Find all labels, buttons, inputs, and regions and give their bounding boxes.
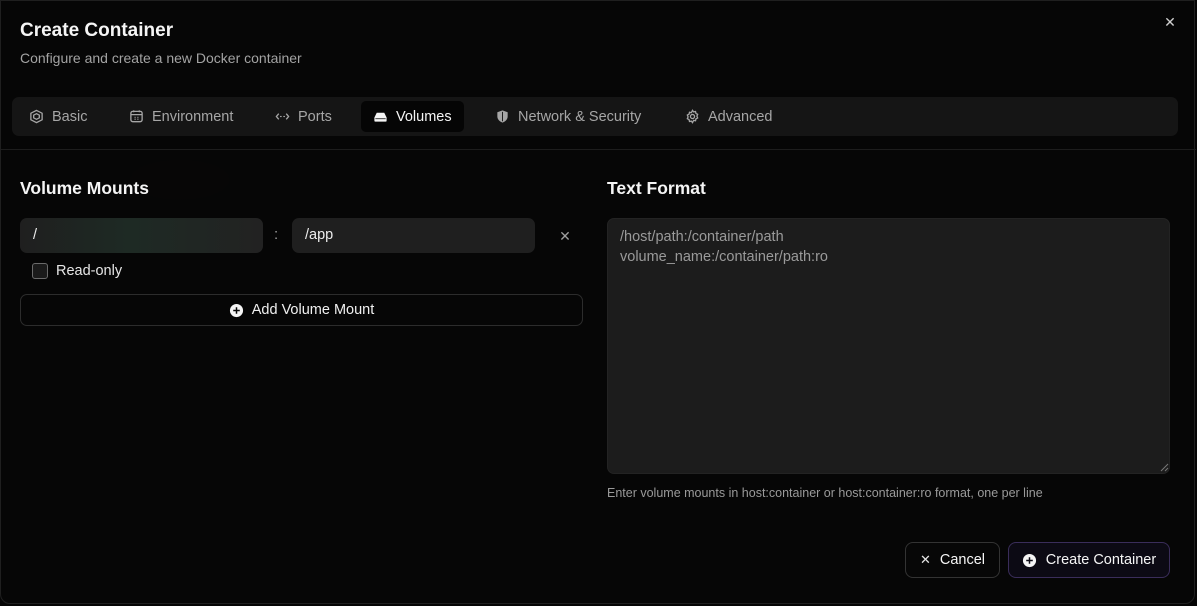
dialog-title: Create Container bbox=[20, 20, 174, 41]
cancel-label: Cancel bbox=[939, 552, 986, 568]
tab-label: Environment bbox=[152, 108, 234, 125]
tab-label: Network & Security bbox=[518, 108, 642, 125]
gear-icon bbox=[686, 109, 699, 124]
calendar-grid-icon bbox=[130, 110, 143, 123]
tab-volumes[interactable]: Volumes bbox=[361, 101, 464, 132]
tab-label: Basic bbox=[52, 108, 88, 125]
create-container-button[interactable]: Create Container bbox=[1008, 542, 1170, 578]
create-container-dialog: Create Container Configure and create a … bbox=[0, 0, 1196, 604]
container-path-input[interactable] bbox=[292, 218, 535, 253]
tab-ports[interactable]: Ports bbox=[263, 101, 344, 132]
x-icon: ✕ bbox=[919, 552, 931, 567]
header-divider bbox=[1, 149, 1196, 150]
arrows-horizontal-icon bbox=[275, 113, 290, 120]
read-only-checkbox[interactable] bbox=[32, 263, 48, 279]
create-container-label: Create Container bbox=[1045, 552, 1157, 568]
tab-environment[interactable]: Environment bbox=[117, 101, 245, 132]
shield-icon bbox=[497, 110, 508, 123]
tab-label: Ports bbox=[298, 108, 332, 125]
path-separator: : bbox=[274, 226, 279, 243]
resize-grip-icon[interactable] bbox=[1159, 462, 1169, 472]
close-icon[interactable]: ✕ bbox=[1161, 13, 1179, 31]
host-path-input[interactable] bbox=[20, 218, 263, 253]
add-volume-mount-label: Add Volume Mount bbox=[251, 302, 375, 318]
hard-drive-icon bbox=[374, 112, 387, 122]
tab-bar: Basic Environment Ports Volumes Network … bbox=[12, 97, 1178, 136]
plus-circle-icon bbox=[229, 303, 243, 317]
tab-advanced[interactable]: Advanced bbox=[673, 101, 785, 132]
tab-network-security[interactable]: Network & Security bbox=[483, 101, 653, 132]
plus-circle-icon bbox=[1022, 553, 1036, 567]
dialog-subtitle: Configure and create a new Docker contai… bbox=[20, 50, 302, 66]
text-format-hint: Enter volume mounts in host:container or… bbox=[607, 486, 1043, 500]
text-format-title: Text Format bbox=[607, 178, 706, 198]
volume-mounts-title: Volume Mounts bbox=[20, 178, 149, 198]
text-format-textarea[interactable]: /host/path:/container/path volume_name:/… bbox=[607, 218, 1170, 474]
box-icon bbox=[30, 109, 43, 124]
tab-basic[interactable]: Basic bbox=[17, 101, 99, 132]
remove-mount-icon[interactable]: ✕ bbox=[556, 227, 574, 245]
tab-label: Advanced bbox=[708, 108, 773, 125]
add-volume-mount-button[interactable]: Add Volume Mount bbox=[20, 294, 583, 326]
cancel-button[interactable]: ✕ Cancel bbox=[905, 542, 1000, 578]
tab-label: Volumes bbox=[396, 108, 452, 125]
read-only-label: Read-only bbox=[56, 263, 123, 279]
